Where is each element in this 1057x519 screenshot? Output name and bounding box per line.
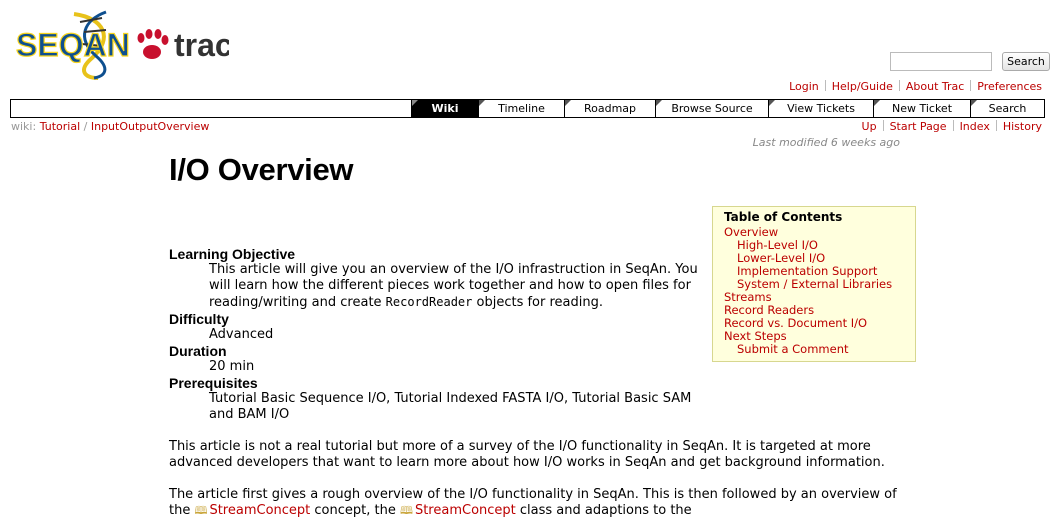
intro-paragraph: This article is not a real tutorial but … (169, 439, 885, 470)
history-link[interactable]: History (1003, 120, 1042, 133)
breadcrumb-separator: / (83, 120, 88, 133)
wiki-content: I/O Overview Table of Contents Overview … (169, 150, 916, 519)
meta-description: Tutorial Basic Sequence I/O, Tutorial In… (209, 391, 692, 422)
meta-description: This article will give you an overview o… (209, 262, 698, 310)
tab-wiki[interactable]: Wiki (411, 100, 478, 117)
table-of-contents: Table of Contents Overview High-Level I/… (712, 206, 916, 362)
page-title: I/O Overview (169, 152, 354, 187)
meta-term: Prerequisites (169, 375, 258, 391)
breadcrumb-tutorial-link[interactable]: Tutorial (40, 120, 80, 133)
divider (882, 120, 884, 131)
help-guide-link[interactable]: Help/Guide (832, 80, 893, 93)
toc-title: Table of Contents (724, 210, 843, 224)
meta-description: 20 min (209, 359, 255, 374)
last-modified: Last modified 6 weeks ago (752, 136, 900, 149)
tab-timeline[interactable]: Timeline (478, 100, 564, 117)
divider (952, 120, 954, 131)
book-icon: 🕮 (399, 504, 413, 517)
meta-term: Difficulty (169, 311, 229, 327)
divider (970, 80, 972, 91)
tab-roadmap[interactable]: Roadmap (564, 100, 655, 117)
breadcrumb: wiki: Tutorial / InputOutputOverview (11, 120, 209, 133)
context-navigation: Up Start Page Index History (862, 120, 1042, 133)
streamconcept-link[interactable]: 🕮 StreamConcept (400, 503, 516, 518)
streamconcept-link[interactable]: 🕮 StreamConcept (194, 503, 310, 518)
preferences-link[interactable]: Preferences (977, 80, 1042, 93)
tab-new-ticket[interactable]: New Ticket (873, 100, 970, 117)
code-recordreader: RecordReader (385, 295, 473, 309)
meta-term: Duration (169, 343, 227, 359)
breadcrumb-prefix: wiki: (11, 120, 37, 133)
index-link[interactable]: Index (960, 120, 990, 133)
meta-navigation: Login Help/Guide About Trac Preferences (789, 80, 1042, 93)
tab-browse-source[interactable]: Browse Source (655, 100, 768, 117)
up-link[interactable]: Up (862, 120, 877, 133)
toc-item-submit-comment[interactable]: Submit a Comment (724, 343, 904, 356)
breadcrumb-current-link[interactable]: InputOutputOverview (91, 120, 209, 133)
tab-search[interactable]: Search (970, 100, 1044, 117)
logo-trac-text: trac (174, 27, 229, 63)
seqan-trac-logo[interactable]: SEQAN trac (14, 8, 229, 80)
login-link[interactable]: Login (789, 80, 819, 93)
overview-paragraph: The article first gives a rough overview… (169, 487, 897, 518)
search-input[interactable] (890, 52, 992, 71)
main-navigation: Wiki Timeline Roadmap Browse Source View… (10, 99, 1045, 118)
about-trac-link[interactable]: About Trac (906, 80, 964, 93)
logo-seqan-text: SEQAN (16, 27, 130, 63)
paw-icon (137, 29, 169, 59)
meta-term: Learning Objective (169, 246, 296, 262)
divider (995, 120, 997, 131)
meta-description: Advanced (209, 327, 274, 342)
divider (898, 80, 900, 91)
tutorial-meta: Learning Objective This article will giv… (169, 246, 699, 423)
book-icon: 🕮 (194, 504, 208, 517)
tab-view-tickets[interactable]: View Tickets (768, 100, 873, 117)
divider (824, 80, 826, 91)
start-page-link[interactable]: Start Page (890, 120, 947, 133)
search-button[interactable]: Search (1002, 52, 1050, 71)
header-search: Search (890, 51, 1050, 71)
